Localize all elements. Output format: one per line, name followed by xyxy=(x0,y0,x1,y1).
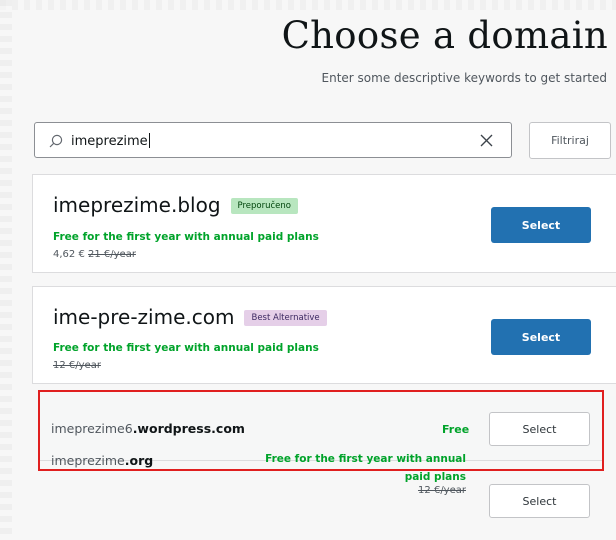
domain-name: ime-pre-zime.com xyxy=(53,305,235,329)
filter-button[interactable]: Filtriraj xyxy=(529,122,611,159)
select-button[interactable]: Select xyxy=(491,319,591,355)
domain-name-row: ime-pre-zime.com Best Alternative xyxy=(53,305,327,329)
original-price: 21 €/year xyxy=(88,249,136,260)
domain-name-row: imeprezime.blog Preporučeno xyxy=(53,193,298,217)
select-button[interactable]: Select xyxy=(491,207,591,243)
domain-name: imeprezime.blog xyxy=(53,193,221,217)
domain-name: imeprezime.org xyxy=(51,453,154,468)
original-price: 12 €/year xyxy=(418,485,466,496)
top-edge-decoration xyxy=(0,0,616,10)
search-input[interactable]: imeprezime xyxy=(34,122,512,158)
original-price: 12 €/year xyxy=(53,360,101,371)
free-first-year-text: Free for the first year with annual paid… xyxy=(53,342,319,354)
search-icon xyxy=(49,134,63,148)
free-price-label: Free xyxy=(442,423,470,436)
best-alternative-badge: Best Alternative xyxy=(244,310,327,326)
domain-suggestion-card: ime-pre-zime.com Best Alternative Free fo… xyxy=(32,286,616,384)
select-button[interactable]: Select xyxy=(489,412,590,446)
free-first-year-text: Free for the first year with annual paid… xyxy=(265,453,466,483)
text-caret xyxy=(148,133,150,148)
left-edge-decoration xyxy=(0,0,12,540)
sale-price: 4,62 € xyxy=(53,249,85,260)
page-subtitle: Enter some descriptive keywords to get s… xyxy=(321,71,607,85)
page-title: Choose a domain xyxy=(281,14,608,57)
price-text: 4,62 € 21 €/year xyxy=(53,249,136,260)
select-button[interactable]: Select xyxy=(489,484,590,518)
domain-suggestion-card: imeprezime.blog Preporučeno Free for the … xyxy=(32,174,616,273)
domain-list-row: imeprezime.org Free for the first year w… xyxy=(32,448,616,540)
close-icon[interactable] xyxy=(480,134,493,147)
recommended-badge: Preporučeno xyxy=(230,198,298,214)
search-input-value[interactable]: imeprezime xyxy=(71,133,150,149)
free-first-year-text: Free for the first year with annual paid… xyxy=(53,231,319,243)
domain-name: imeprezime6.wordpress.com xyxy=(51,421,245,436)
